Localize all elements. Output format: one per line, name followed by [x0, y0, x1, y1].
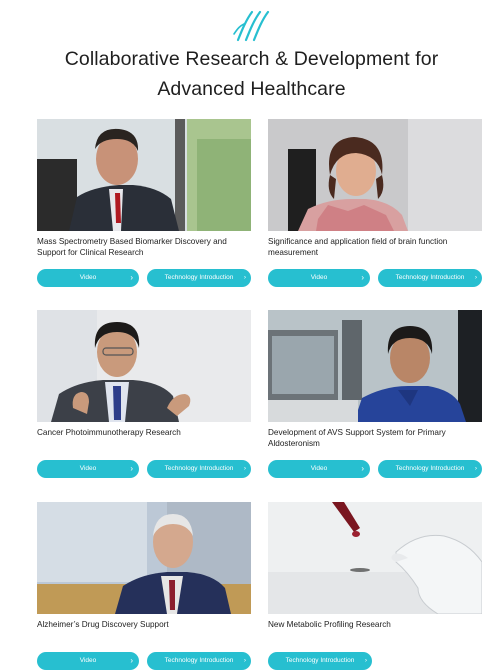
video-button-label: Video [310, 274, 328, 281]
video-thumbnail[interactable] [268, 119, 482, 231]
technology-introduction-label: Technology Introduction [164, 465, 234, 472]
technology-introduction-label: Technology Introduction [164, 274, 234, 281]
video-button-label: Video [79, 465, 97, 472]
research-card: Alzheimer’s Drug Discovery Support Video… [37, 502, 251, 670]
chevron-right-icon: › [243, 274, 246, 281]
card-title[interactable]: Significance and application field of br… [268, 237, 482, 259]
research-card: Cancer Photoimmunotherapy Research Video… [37, 310, 251, 478]
video-thumbnail[interactable] [37, 502, 251, 614]
chevron-right-icon: › [243, 657, 246, 664]
technology-introduction-button[interactable]: Technology Introduction › [378, 269, 482, 287]
video-button-label: Video [79, 274, 97, 281]
technology-introduction-button[interactable]: Technology Introduction › [378, 460, 482, 478]
chevron-right-icon: › [361, 464, 364, 473]
video-thumbnail[interactable] [37, 310, 251, 422]
card-title[interactable]: Development of AVS Support System for Pr… [268, 428, 482, 450]
chevron-right-icon: › [474, 465, 477, 472]
technology-introduction-label: Technology Introduction [285, 657, 355, 664]
card-title[interactable]: Cancer Photoimmunotherapy Research [37, 428, 251, 450]
video-thumbnail[interactable] [37, 119, 251, 231]
technology-introduction-label: Technology Introduction [395, 465, 465, 472]
card-title[interactable]: Mass Spectrometry Based Biomarker Discov… [37, 237, 251, 259]
chevron-right-icon: › [474, 274, 477, 281]
video-button[interactable]: Video › [37, 269, 139, 287]
research-card: Mass Spectrometry Based Biomarker Discov… [37, 119, 251, 287]
video-button[interactable]: Video › [37, 460, 139, 478]
research-card: New Metabolic Profiling Research Technol… [268, 502, 482, 670]
chevron-right-icon: › [130, 273, 133, 282]
chevron-right-icon: › [243, 465, 246, 472]
video-thumbnail[interactable] [268, 310, 482, 422]
video-button[interactable]: Video › [268, 460, 370, 478]
site-logo-icon[interactable] [232, 8, 272, 42]
video-button[interactable]: Video › [268, 269, 370, 287]
chevron-right-icon: › [364, 657, 367, 664]
research-card: Significance and application field of br… [268, 119, 482, 287]
card-title[interactable]: New Metabolic Profiling Research [268, 620, 482, 642]
technology-introduction-button[interactable]: Technology Introduction › [147, 269, 251, 287]
video-button-label: Video [79, 657, 97, 664]
technology-introduction-label: Technology Introduction [164, 657, 234, 664]
chevron-right-icon: › [361, 273, 364, 282]
video-button-label: Video [310, 465, 328, 472]
technology-introduction-button[interactable]: Technology Introduction › [268, 652, 372, 670]
chevron-right-icon: › [130, 656, 133, 665]
research-card: Development of AVS Support System for Pr… [268, 310, 482, 478]
card-title[interactable]: Alzheimer’s Drug Discovery Support [37, 620, 251, 642]
page-title-line-2: Advanced Healthcare [157, 78, 346, 100]
technology-introduction-label: Technology Introduction [395, 274, 465, 281]
video-button[interactable]: Video › [37, 652, 139, 670]
page-title: Collaborative Research & Development for… [0, 44, 503, 104]
page-title-line-1: Collaborative Research & Development for [64, 48, 439, 70]
video-thumbnail[interactable] [268, 502, 482, 614]
chevron-right-icon: › [130, 464, 133, 473]
technology-introduction-button[interactable]: Technology Introduction › [147, 460, 251, 478]
technology-introduction-button[interactable]: Technology Introduction › [147, 652, 251, 670]
